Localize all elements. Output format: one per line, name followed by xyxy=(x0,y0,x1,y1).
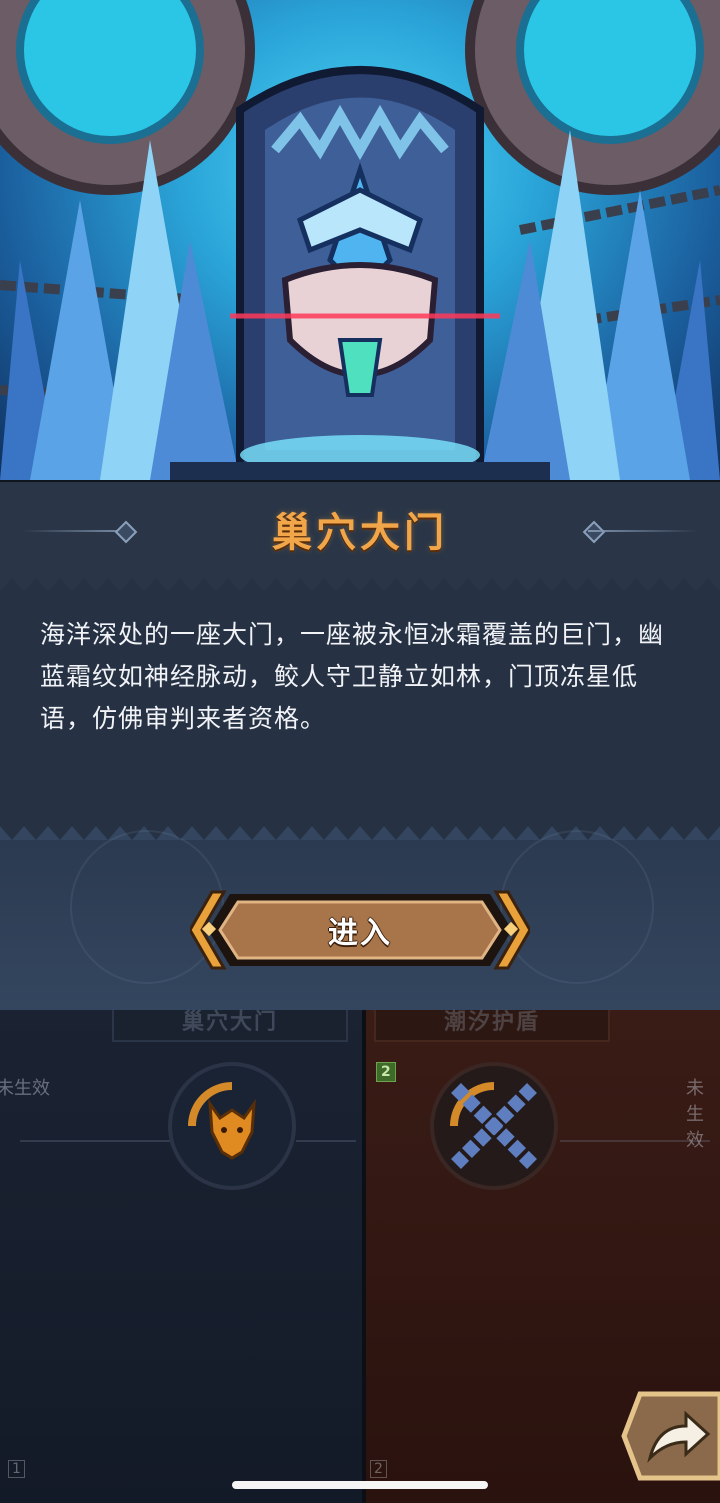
card-right-title: 潮汐护盾 xyxy=(443,1010,540,1035)
background-cards: 巢穴大门 潮汐护盾 2 未生效 未生效 1 2 xyxy=(0,1010,720,1503)
crossed-chains-icon[interactable] xyxy=(430,1062,558,1190)
gate-description: 海洋深处的一座大门，一座被永恒冰霜覆盖的巨门，幽蓝霜纹如神经脉动，鲛人守卫静立如… xyxy=(40,620,665,733)
card-right-tab: 潮汐护盾 xyxy=(374,1010,610,1042)
card-left-level-badge: 1 xyxy=(8,1460,25,1478)
enter-button-label: 进入 xyxy=(328,916,392,951)
share-arrow-icon xyxy=(621,1391,720,1481)
card-left-status: 未生效 xyxy=(0,1078,50,1099)
dialog-title: 巢穴大门 xyxy=(272,510,448,556)
card-left-title: 巢穴大门 xyxy=(181,1010,278,1035)
dragon-head-icon[interactable] xyxy=(168,1062,296,1190)
description-box: 海洋深处的一座大门，一座被永恒冰霜覆盖的巨门，幽蓝霜纹如神经脉动，鲛人守卫静立如… xyxy=(0,578,720,840)
card-right-status: 未生效 xyxy=(686,1078,704,1151)
arc-line xyxy=(20,1140,170,1142)
dialog-header: 巢穴大门 xyxy=(0,482,720,578)
card-right-level-badge: 2 xyxy=(376,1062,396,1082)
zigzag-border-top xyxy=(0,578,720,592)
enter-button[interactable]: 进入 xyxy=(190,890,530,970)
gate-artwork xyxy=(0,0,720,480)
card-right-bottom-badge: 2 xyxy=(370,1460,387,1478)
card-left-tab: 巢穴大门 xyxy=(112,1010,348,1042)
home-indicator[interactable] xyxy=(232,1481,488,1489)
ice-gate-illustration xyxy=(0,0,720,480)
title-divider-right xyxy=(588,530,698,532)
arc-line xyxy=(296,1140,356,1142)
share-button[interactable] xyxy=(620,1386,720,1486)
